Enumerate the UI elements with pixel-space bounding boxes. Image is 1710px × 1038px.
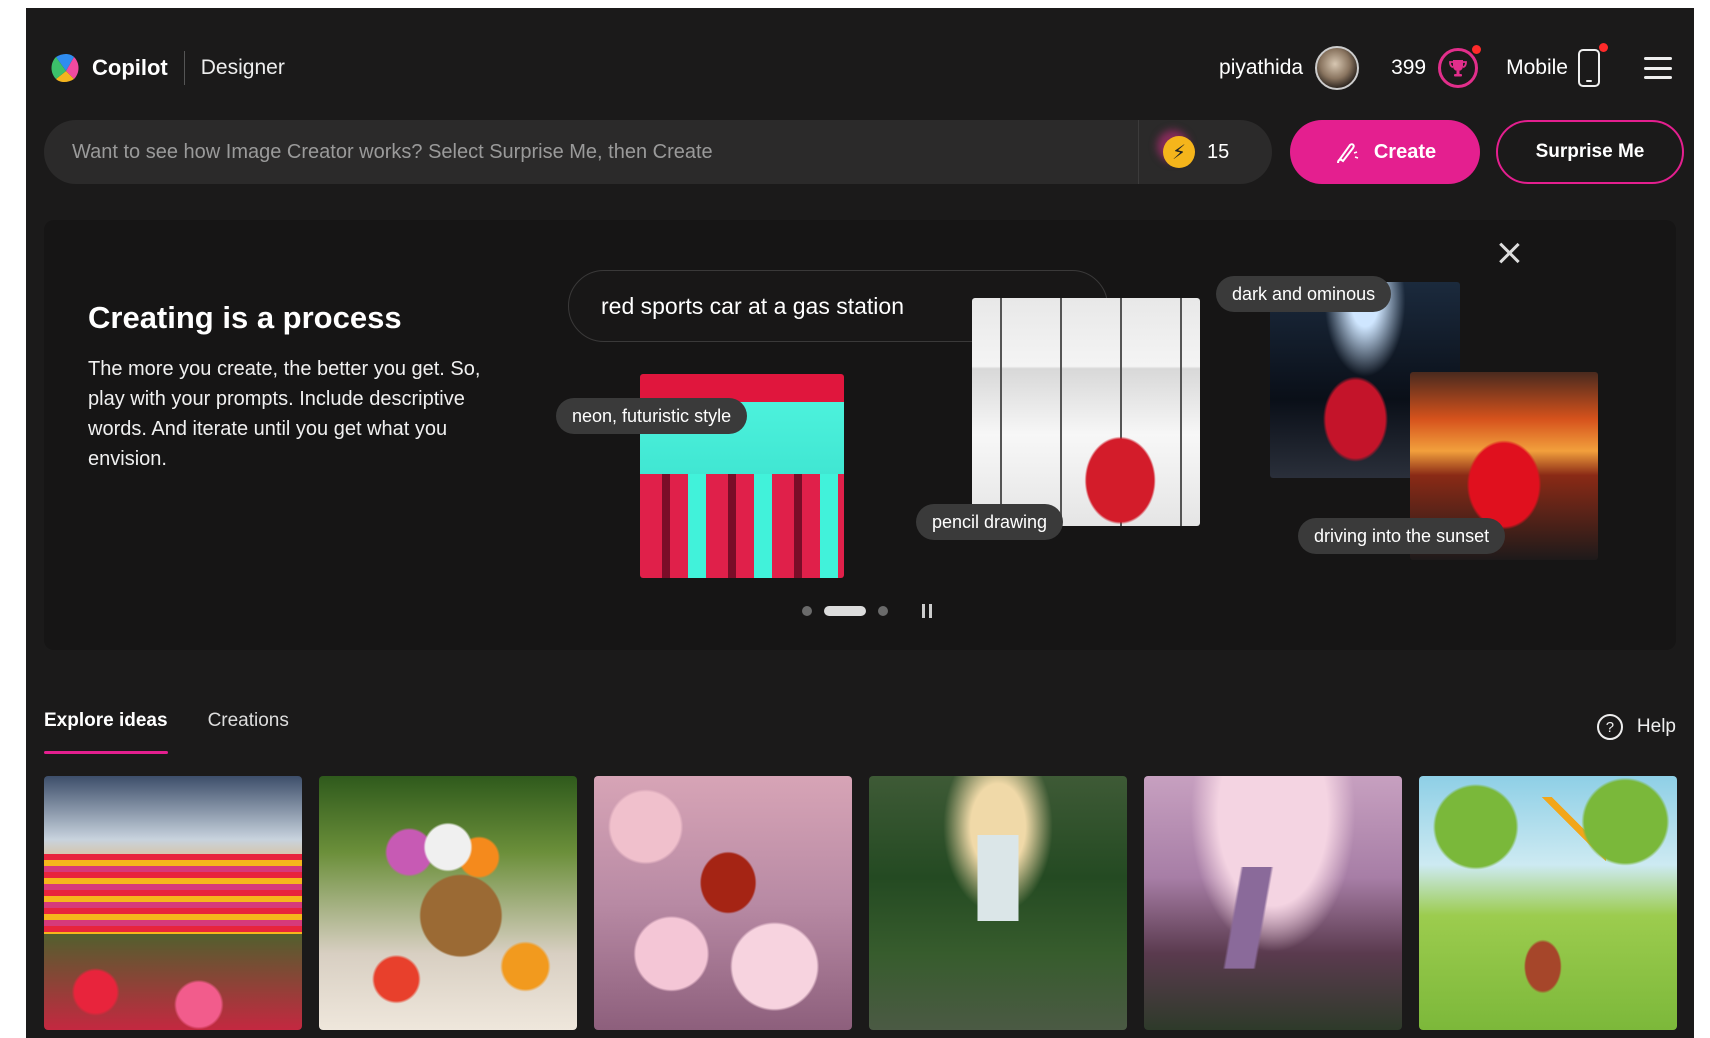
prompt-input[interactable] <box>44 120 1138 184</box>
gallery-tile-blossom-river[interactable] <box>1144 776 1402 1030</box>
carousel-dot[interactable] <box>878 606 888 616</box>
gallery-tile-waterfall[interactable] <box>869 776 1127 1030</box>
designer-app: Copilot Designer piyathida 399 Mobile Wa… <box>26 8 1694 1038</box>
menu-bar <box>1644 66 1672 70</box>
brand-divider <box>183 51 185 85</box>
user-name[interactable]: piyathida <box>1219 56 1303 80</box>
copilot-logo-icon <box>51 54 79 82</box>
brand-sub: Designer <box>200 56 285 79</box>
close-icon[interactable] <box>1494 238 1524 268</box>
phone-icon[interactable] <box>1578 43 1608 87</box>
trophy-icon[interactable] <box>1438 45 1482 88</box>
hamburger-menu-icon[interactable] <box>1644 57 1672 79</box>
pause-icon[interactable] <box>922 604 936 618</box>
help-label: Help <box>1636 716 1676 737</box>
notification-dot <box>1599 43 1608 52</box>
carousel-controls <box>802 604 936 618</box>
help-icon: ? <box>1596 714 1623 740</box>
menu-bar <box>1644 76 1672 79</box>
tab-creations[interactable]: Creations <box>208 710 289 754</box>
surprise-me-button[interactable]: Surprise Me <box>1496 120 1684 184</box>
pencil-drawing-image <box>972 298 1200 526</box>
gallery-tile-picnic[interactable] <box>319 776 577 1030</box>
boost-bolt-icon: ⚡ <box>1163 136 1195 168</box>
trophy-glyph-icon <box>1449 60 1468 77</box>
style-tag-dark: dark and ominous <box>1216 276 1392 312</box>
help-link[interactable]: ? Help <box>1596 714 1676 740</box>
brush-icon <box>1336 143 1359 164</box>
tab-explore-ideas[interactable]: Explore ideas <box>44 710 168 754</box>
boost-counter[interactable]: ⚡ 15 <box>1138 120 1272 184</box>
menu-bar <box>1644 57 1672 60</box>
banner-text: The more you create, the better you get.… <box>88 358 481 470</box>
gallery-tile-kite[interactable] <box>1419 776 1677 1030</box>
user-area: piyathida 399 Mobile <box>1219 40 1694 96</box>
gallery-tile-tulip-field[interactable] <box>44 776 302 1030</box>
brand[interactable]: Copilot Designer <box>48 46 285 90</box>
create-button[interactable]: Create <box>1290 120 1480 184</box>
brand-name: Copilot <box>92 55 168 80</box>
rewards-points[interactable]: 399 <box>1391 56 1426 80</box>
style-tag-sunset: driving into the sunset <box>1298 518 1506 554</box>
process-banner: Creating is a process The more you creat… <box>44 220 1676 650</box>
carousel-dot-active[interactable] <box>824 606 866 616</box>
carousel-dot[interactable] <box>802 606 812 616</box>
prompt-bar: ⚡ 15 <box>44 120 1272 184</box>
avatar[interactable] <box>1315 46 1360 90</box>
banner-title: Creating is a process <box>88 300 402 335</box>
explore-gallery <box>44 776 1694 1030</box>
gallery-tile-butterfly[interactable] <box>594 776 852 1030</box>
explore-tabs: Explore ideas Creations <box>44 710 329 754</box>
style-tag-neon: neon, futuristic style <box>556 398 748 434</box>
boost-count: 15 <box>1207 140 1230 163</box>
notification-dot <box>1472 45 1482 54</box>
create-label: Create <box>1373 140 1437 163</box>
style-tag-pencil: pencil drawing <box>916 504 1064 540</box>
mobile-label[interactable]: Mobile <box>1506 56 1568 80</box>
